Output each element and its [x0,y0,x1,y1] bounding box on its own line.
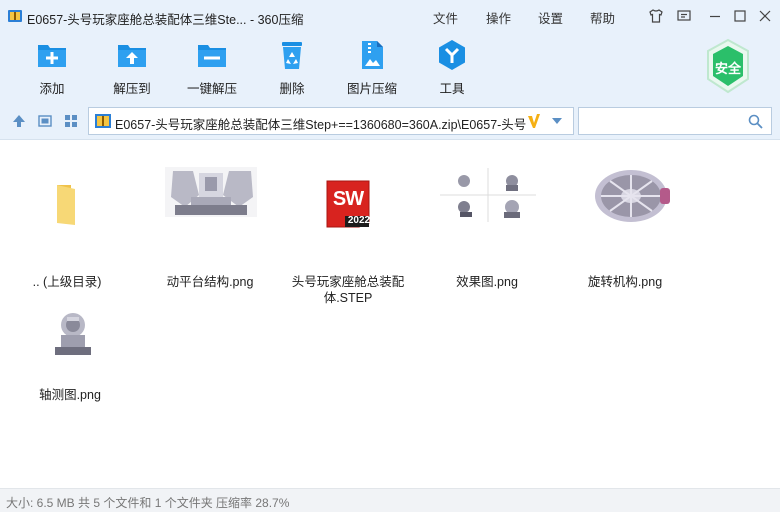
one-click-extract-label: 一键解压 [186,82,237,96]
file-thumbnail [165,167,257,217]
chevron-down-icon[interactable] [551,117,563,125]
folder-icon [57,185,75,225]
maximize-button[interactable] [731,7,749,25]
minimize-button[interactable] [706,7,724,25]
menu-help[interactable]: 帮助 [590,8,615,27]
file-name: 动平台结构.png [166,275,254,289]
tshirt-icon [649,9,663,23]
file-list: .. (上级目录) 动平台结构.png SW 2022 头号玩家座舱总装配体.S… [0,141,780,488]
zip-archive-icon [95,114,111,128]
list-view-icon[interactable] [37,113,53,129]
mechanical-platform-thumbnail [165,167,257,217]
window-title: E0657-头号玩家座舱总装配体三维Ste... - 360压缩 [27,13,304,27]
safety-badge[interactable]: 安全 [704,38,752,94]
search-icon[interactable] [748,114,763,129]
solidworks-badge-bottom: 2022 [347,215,371,226]
file-item-image[interactable]: 旋转机构.png [560,168,690,289]
add-archive-icon [38,45,66,67]
file-item-image[interactable]: 动平台结构.png [145,167,275,289]
thumbnail-view-icon[interactable] [63,113,79,129]
delete-label: 删除 [279,82,305,96]
file-thumbnail [22,168,112,240]
one-click-extract-icon [198,45,226,67]
app-logo-icon [8,10,22,22]
recycle-bin-icon [282,42,302,69]
toolbar: 添加 解压到 一键解压 删除 图片压缩 工具 安全 [0,32,780,102]
tools-label: 工具 [439,82,465,96]
status-bar: 大小: 6.5 MB 共 5 个文件和 1 个文件夹 压缩率 28.7% [0,488,780,512]
search-box[interactable] [578,107,772,135]
extract-to-icon [118,45,146,67]
close-icon [759,10,771,22]
minimize-icon [710,15,720,18]
menu-operate[interactable]: 操作 [486,8,511,27]
render-views-thumbnail [440,168,536,222]
up-arrow-icon[interactable] [11,113,27,129]
address-row: E0657-头号玩家座舱总装配体三维Step+==1360680=360A.zi… [0,102,780,140]
feedback-button[interactable] [675,7,693,25]
menu-settings[interactable]: 设置 [538,8,563,27]
one-click-extract-button[interactable]: 一键解压 [177,38,247,98]
safety-badge-label: 安全 [714,61,741,76]
file-item-step[interactable]: SW 2022 头号玩家座舱总装配体.STEP [283,168,413,305]
file-name: 效果图.png [456,275,518,289]
file-name: 旋转机构.png [587,275,663,289]
file-name: 轴测图.png [39,388,101,402]
file-name: 头号玩家座舱总装配体.STEP [291,275,405,305]
tools-button[interactable]: 工具 [417,38,487,98]
tools-icon [439,40,465,70]
file-item-parent-folder[interactable]: .. (上级目录) [2,168,132,289]
title-bar: E0657-头号玩家座舱总装配体三维Ste... - 360压缩 文件 操作 设… [0,0,780,32]
file-item-image[interactable]: 轴测图.png [5,307,135,427]
file-thumbnail: SW 2022 [303,168,393,240]
add-button[interactable]: 添加 [17,38,87,98]
rotation-mechanism-thumbnail [595,170,670,222]
search-input[interactable] [585,113,745,129]
file-thumbnail [590,168,672,226]
address-bar[interactable]: E0657-头号玩家座舱总装配体三维Step+==1360680=360A.zi… [88,107,574,135]
menu-file[interactable]: 文件 [433,8,458,27]
solidworks-badge-top: SW [332,188,364,210]
image-compress-button[interactable]: 图片压缩 [337,38,407,98]
image-compress-label: 图片压缩 [346,82,397,96]
skin-button[interactable] [647,7,665,25]
image-compress-icon [362,41,383,69]
maximize-icon [734,10,746,22]
extract-to-label: 解压到 [113,82,151,96]
delete-button[interactable]: 删除 [257,38,327,98]
verified-mark-icon [528,114,540,128]
file-thumbnail [440,168,536,222]
message-icon [677,10,691,21]
address-path: E0657-头号玩家座舱总装配体三维Step+==1360680=360A.zi… [115,118,527,132]
file-thumbnail [23,307,123,361]
close-button[interactable] [756,7,774,25]
isometric-view-thumbnail [23,307,123,361]
extract-to-button[interactable]: 解压到 [97,38,167,98]
file-item-image[interactable]: 效果图.png [422,168,552,289]
status-text: 大小: 6.5 MB 共 5 个文件和 1 个文件夹 压缩率 28.7% [6,496,290,510]
add-label: 添加 [39,82,65,96]
file-name: .. (上级目录) [32,275,102,289]
